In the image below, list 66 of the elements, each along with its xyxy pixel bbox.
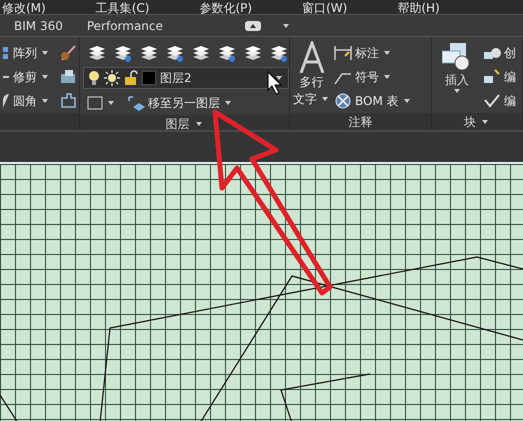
panel-title[interactable]: 注释 <box>348 113 372 131</box>
menu-item[interactable]: 窗口(W) <box>302 2 348 14</box>
tool-label[interactable]: 创 <box>504 44 516 62</box>
ribbon-tab[interactable]: BIM 360 <box>12 16 65 34</box>
layers-icon[interactable] <box>191 44 209 62</box>
tool-label[interactable]: 插入 <box>445 71 469 89</box>
table-icon[interactable] <box>334 92 352 110</box>
dropdown-caret-icon[interactable] <box>196 122 202 126</box>
tool-label[interactable]: 符号 <box>355 68 379 86</box>
dropdown-caret-icon[interactable] <box>482 120 488 124</box>
rectangle-icon[interactable] <box>87 96 103 110</box>
tool-label[interactable]: 圆角 <box>13 92 37 110</box>
sun-icon[interactable] <box>104 70 120 86</box>
tool-label[interactable]: 多行 <box>300 72 324 90</box>
layers-icon[interactable] <box>165 44 183 62</box>
toggle-icon[interactable] <box>244 20 261 30</box>
outline-icon[interactable] <box>59 92 77 110</box>
dropdown-caret-icon[interactable] <box>42 99 48 103</box>
tool-icon[interactable] <box>3 92 10 110</box>
check-icon[interactable] <box>483 92 501 110</box>
dropdown-caret-icon[interactable] <box>322 96 328 100</box>
text-a-icon[interactable] <box>298 41 324 73</box>
dropdown-caret-icon[interactable] <box>384 51 390 55</box>
layer-dropdown[interactable]: 图层2 <box>83 67 289 89</box>
block-icon[interactable] <box>59 68 77 86</box>
ribbon-tab[interactable]: Performance <box>84 16 165 34</box>
tool-label[interactable]: 编 <box>504 92 516 110</box>
menu-item[interactable]: 修改(M) <box>2 2 46 14</box>
layers-icon[interactable] <box>113 44 131 62</box>
edit-block-icon[interactable] <box>483 68 501 86</box>
menu-item[interactable]: 参数化(P) <box>199 2 252 14</box>
dropdown-caret-icon[interactable] <box>42 51 48 55</box>
layer-name: 图层2 <box>160 70 193 87</box>
unlock-icon[interactable] <box>124 70 138 86</box>
cursor-icon <box>268 70 282 95</box>
dropdown-caret-icon[interactable] <box>282 24 289 28</box>
tool-label[interactable]: 移至另一图层 <box>148 94 220 112</box>
color-swatch-icon[interactable] <box>142 71 156 85</box>
dropdown-caret-icon[interactable] <box>42 75 48 79</box>
lightbulb-icon[interactable] <box>88 70 100 86</box>
tool-label[interactable]: 修剪 <box>13 68 37 86</box>
menu-item[interactable]: 工具集(C) <box>96 2 150 14</box>
layers-icon[interactable] <box>217 44 235 62</box>
panel-title[interactable]: 块 <box>464 113 476 130</box>
layers-icon[interactable] <box>87 44 105 62</box>
layers-icon[interactable] <box>243 44 261 62</box>
menu-item[interactable]: 帮助(H) <box>397 2 440 14</box>
dropdown-caret-icon[interactable] <box>108 101 114 105</box>
tool-label[interactable]: 标注 <box>355 44 379 62</box>
panel-title[interactable]: 图层 <box>166 115 190 133</box>
tool-label[interactable]: 阵列 <box>13 44 37 62</box>
insert-block-icon[interactable] <box>442 41 472 71</box>
tool-label[interactable]: 编 <box>504 68 516 86</box>
move-layer-icon[interactable] <box>127 95 145 111</box>
dropdown-caret-icon[interactable] <box>276 76 282 80</box>
dropdown-caret-icon[interactable] <box>225 101 231 105</box>
dropdown-caret-icon[interactable] <box>454 89 460 93</box>
tool-icon[interactable] <box>3 44 10 62</box>
tool-label[interactable]: 文字 <box>293 90 317 108</box>
dropdown-caret-icon[interactable] <box>384 75 390 79</box>
layers-icon[interactable] <box>139 44 157 62</box>
brush-icon[interactable] <box>59 44 77 62</box>
layers-icon[interactable] <box>269 44 287 62</box>
dimension-icon[interactable] <box>334 44 352 62</box>
tool-label[interactable]: BOM 表 <box>355 92 399 110</box>
dropdown-caret-icon[interactable] <box>404 99 410 103</box>
